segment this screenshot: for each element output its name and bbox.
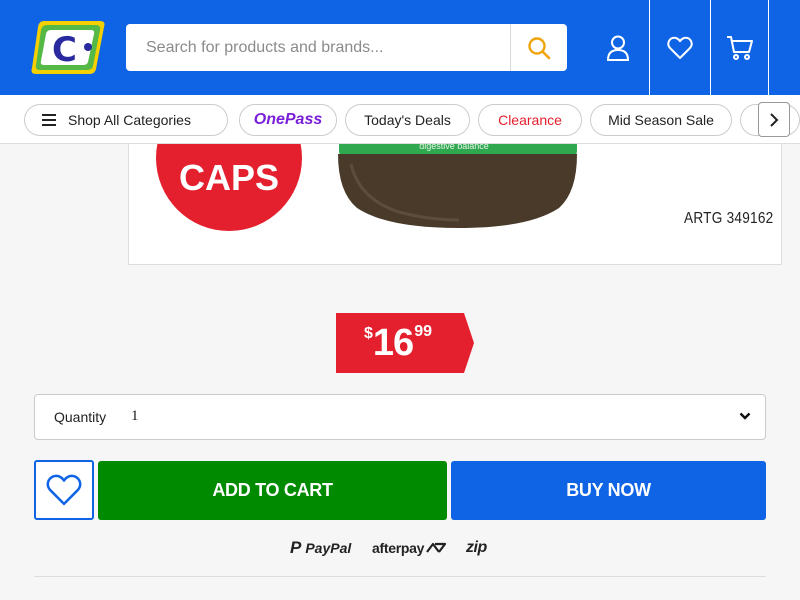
search-icon: [528, 36, 551, 59]
afterpay-logo: afterpay: [372, 538, 447, 558]
buy-now-button[interactable]: BUY NOW: [451, 461, 766, 520]
artg-number: ARTG 349162: [684, 210, 774, 227]
todays-deals-link[interactable]: Today's Deals: [345, 104, 470, 136]
cart-icon: [726, 35, 753, 60]
price-currency: $: [364, 325, 373, 342]
zip-label: zip: [466, 539, 487, 556]
svg-text:28: 28: [201, 144, 257, 152]
zip-logo: zip: [466, 538, 487, 558]
shop-all-categories-button[interactable]: Shop All Categories: [24, 104, 228, 136]
hamburger-menu-icon: [42, 114, 56, 126]
paypal-icon: P: [290, 538, 302, 557]
product-image: 28 CAPS digestive balance: [128, 144, 782, 265]
heart-icon: [46, 474, 82, 506]
product-photo: 28 CAPS digestive balance: [156, 144, 577, 231]
shop-all-categories-label: Shop All Categories: [68, 112, 191, 128]
quantity-label: Quantity: [54, 409, 107, 425]
section-divider: [34, 576, 766, 577]
search-button[interactable]: [510, 24, 567, 71]
clearance-link[interactable]: Clearance: [478, 104, 582, 136]
caps-badge-text: CAPS: [179, 157, 279, 198]
add-to-wishlist-button[interactable]: [34, 460, 94, 520]
cart-button[interactable]: [710, 0, 769, 95]
user-icon: [606, 35, 630, 61]
add-to-cart-button[interactable]: ADD TO CART: [98, 461, 447, 520]
price-badge: $ 16 99: [336, 313, 474, 373]
svg-text:C: C: [52, 30, 77, 70]
quantity-value: 1: [131, 408, 139, 424]
search-input[interactable]: [126, 24, 510, 71]
afterpay-arrows-icon: [426, 542, 447, 553]
search-bar: [126, 24, 567, 71]
site-header: C: [0, 0, 800, 95]
site-logo[interactable]: C: [30, 17, 108, 77]
onepass-link[interactable]: OnePass: [239, 104, 337, 136]
quantity-select[interactable]: Quantity 1: [34, 394, 766, 440]
nav-scroll-right-button[interactable]: [758, 102, 790, 137]
paypal-logo: P PayPal: [290, 538, 351, 558]
price-value: $ 16 99: [364, 321, 432, 365]
svg-text:digestive balance: digestive balance: [419, 144, 489, 151]
account-button[interactable]: [588, 0, 648, 95]
mid-season-sale-link[interactable]: Mid Season Sale: [590, 104, 732, 136]
category-nav: Shop All Categories OnePass Today's Deal…: [0, 95, 800, 144]
paypal-label: PayPal: [305, 540, 352, 556]
chevron-right-icon: [770, 112, 779, 127]
price-cents: 99: [414, 323, 432, 340]
kmart-c-logo-icon: C: [31, 21, 105, 74]
price-dollars: 16: [372, 322, 414, 364]
chevron-down-icon: [739, 412, 751, 420]
wishlist-button[interactable]: [649, 0, 709, 95]
afterpay-label: afterpay: [372, 540, 425, 556]
heart-icon: [666, 36, 693, 59]
